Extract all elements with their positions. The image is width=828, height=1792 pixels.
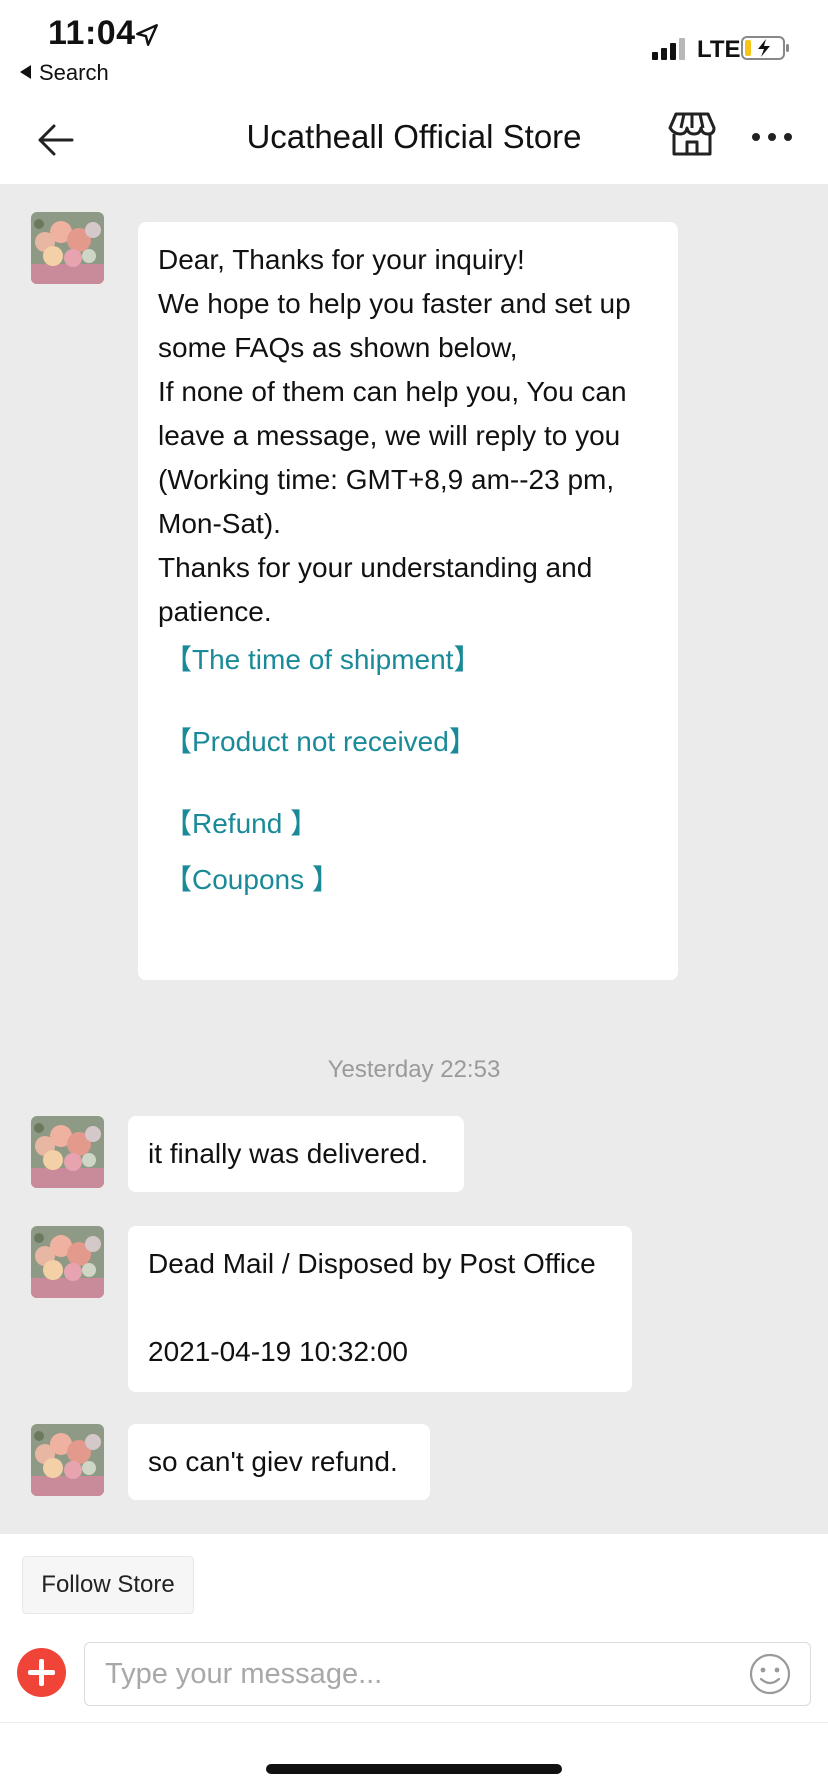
nav-bar: Ucatheall Official Store [0,96,828,184]
message-text: it finally was delivered. [148,1138,429,1169]
message-line: We hope to help you faster and set up so… [158,288,631,363]
message-date-text: 2021-04-19 10:32:00 [148,1336,408,1367]
status-bar: 11:04 Search LTE [0,0,828,96]
battery-charging-icon [741,36,789,60]
faq-link-product-not-received[interactable]: 【Product not received】 [164,720,658,764]
back-triangle-icon [20,65,31,80]
store-avatar[interactable] [31,1116,104,1188]
back-to-app[interactable]: Search [20,60,109,86]
faq-message-bubble: Dear, Thanks for your inquiry! We hope t… [138,222,678,980]
network-type: LTE [697,36,741,63]
flower-bouquet-icon [31,212,104,284]
divider [0,1722,828,1723]
message-line: Thanks for your understanding and patien… [158,552,593,627]
message-bubble: it finally was delivered. [128,1116,464,1192]
follow-store-button[interactable]: Follow Store [22,1556,194,1614]
input-area: Follow Store [0,1534,828,1792]
message-bubble: so can't giev refund. [128,1424,430,1500]
message-input[interactable] [84,1642,811,1706]
store-avatar[interactable] [31,212,104,284]
store-avatar[interactable] [31,1226,104,1298]
faq-link-refund[interactable]: 【Refund 】 [164,802,658,846]
faq-link-shipment-time[interactable]: 【The time of shipment】 [164,638,658,682]
status-time: 11:04 [48,14,136,52]
faq-link-coupons[interactable]: 【Coupons 】 [164,858,658,902]
store-avatar[interactable] [31,1424,104,1496]
add-attachment-button[interactable] [17,1648,66,1697]
message-bubble: Dead Mail / Disposed by Post Office 2021… [128,1226,632,1392]
location-arrow-icon [136,24,158,46]
home-indicator[interactable] [266,1764,562,1774]
message-line: Dear, Thanks for your inquiry! [158,244,525,275]
message-text: Dead Mail / Disposed by Post Office [148,1248,596,1279]
message-line: If none of them can help you, You can le… [158,376,627,539]
flower-bouquet-icon [31,1226,104,1298]
flower-bouquet-icon [31,1116,104,1188]
message-timestamp: Yesterday 22:53 [327,1056,501,1083]
store-icon[interactable] [666,108,718,160]
message-text: so can't giev refund. [148,1446,398,1477]
more-options-icon[interactable] [748,122,796,152]
flower-bouquet-icon [31,1424,104,1496]
back-app-label: Search [39,60,109,85]
chat-area[interactable]: Dear, Thanks for your inquiry! We hope t… [0,184,828,1534]
emoji-icon[interactable] [748,1652,792,1696]
signal-icon [652,38,688,60]
